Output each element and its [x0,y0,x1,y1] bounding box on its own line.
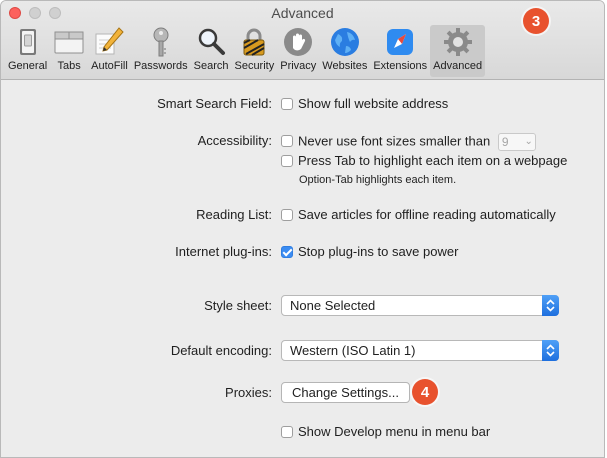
develop-menu-checkbox[interactable] [281,426,293,438]
reading-list-label: Reading List: [196,207,272,222]
tab-security[interactable]: Security [231,25,277,77]
show-full-address-option[interactable]: Show full website address [281,96,448,111]
stop-plugins-checkbox[interactable] [281,246,293,258]
tab-highlight-text: Press Tab to highlight each item on a we… [298,153,568,168]
tab-autofill-label: AutoFill [91,60,128,72]
window-title: Advanced [271,5,334,21]
preferences-toolbar: General Tabs AutoFill Passwords Search S… [5,25,486,77]
offline-reading-checkbox[interactable] [281,209,293,221]
tab-websites-label: Websites [322,60,368,72]
titlebar: Advanced General Tabs AutoFill Passwords… [1,1,604,80]
tab-general[interactable]: General [5,25,50,77]
puzzle-compass-icon [387,29,414,55]
accessibility-label: Accessibility: [197,133,272,148]
develop-menu-option[interactable]: Show Develop menu in menu bar [281,424,490,439]
pencil-icon [95,27,125,55]
tab-extensions[interactable]: Extensions [370,25,430,77]
padlock-icon [243,28,265,56]
tab-search[interactable]: Search [191,25,232,77]
tab-extensions-label: Extensions [373,60,428,72]
general-switch-icon [19,29,36,55]
tab-passwords-label: Passwords [133,60,188,72]
plugins-label: Internet plug-ins: [175,244,272,259]
style-sheet-value: None Selected [290,298,376,313]
tab-search-label: Search [193,60,229,72]
tab-advanced[interactable]: Advanced [430,25,486,77]
min-font-size-option[interactable]: Never use font sizes smaller than 9 ⌄ [281,133,536,151]
select-stepper-icon [542,340,559,361]
smart-search-label: Smart Search Field: [157,96,272,111]
step-4-badge: 4 [412,379,438,405]
min-font-size-select[interactable]: 9 ⌄ [497,133,536,151]
magnifier-icon [198,28,226,55]
hand-icon [284,28,313,56]
encoding-label: Default encoding: [170,343,272,358]
tab-highlight-checkbox[interactable] [281,155,293,167]
show-full-address-text: Show full website address [298,96,449,111]
preferences-window: Advanced General Tabs AutoFill Passwords… [0,0,605,458]
stop-plugins-option[interactable]: Stop plug-ins to save power [281,244,458,259]
tab-tabs-label: Tabs [57,60,81,72]
tab-passwords[interactable]: Passwords [131,25,191,77]
min-font-size-value: 9 [501,135,509,149]
select-stepper-icon [542,295,559,316]
key-icon [153,27,169,57]
encoding-select[interactable]: Western (ISO Latin 1) [281,340,559,361]
tab-privacy-label: Privacy [280,60,317,72]
tab-tabs[interactable]: Tabs [50,25,88,77]
chevron-down-icon: ⌄ [524,136,533,147]
tab-general-label: General [8,60,48,72]
offline-reading-option[interactable]: Save articles for offline reading automa… [281,207,556,222]
tabs-icon [54,31,84,54]
proxies-label: Proxies: [225,385,272,400]
tab-highlight-note: Option-Tab highlights each item. [299,174,457,186]
show-full-address-checkbox[interactable] [281,98,293,110]
stop-plugins-text: Stop plug-ins to save power [298,244,459,259]
min-font-size-checkbox[interactable] [281,135,293,148]
encoding-value: Western (ISO Latin 1) [290,343,416,358]
min-font-size-text: Never use font sizes smaller than [298,133,491,149]
offline-reading-text: Save articles for offline reading automa… [298,207,556,222]
change-settings-button[interactable]: Change Settings... [281,382,410,403]
style-sheet-select[interactable]: None Selected [281,295,559,316]
tab-highlight-option[interactable]: Press Tab to highlight each item on a we… [281,153,567,168]
globe-icon [330,28,359,56]
tab-autofill[interactable]: AutoFill [88,25,131,77]
step-3-badge: 3 [523,8,549,34]
style-sheet-label: Style sheet: [204,298,272,313]
tab-advanced-label: Advanced [433,60,483,72]
tab-security-label: Security [234,60,275,72]
gear-icon [443,28,472,56]
tab-privacy[interactable]: Privacy [277,25,319,77]
tab-websites[interactable]: Websites [319,25,370,77]
develop-menu-text: Show Develop menu in menu bar [298,424,491,439]
